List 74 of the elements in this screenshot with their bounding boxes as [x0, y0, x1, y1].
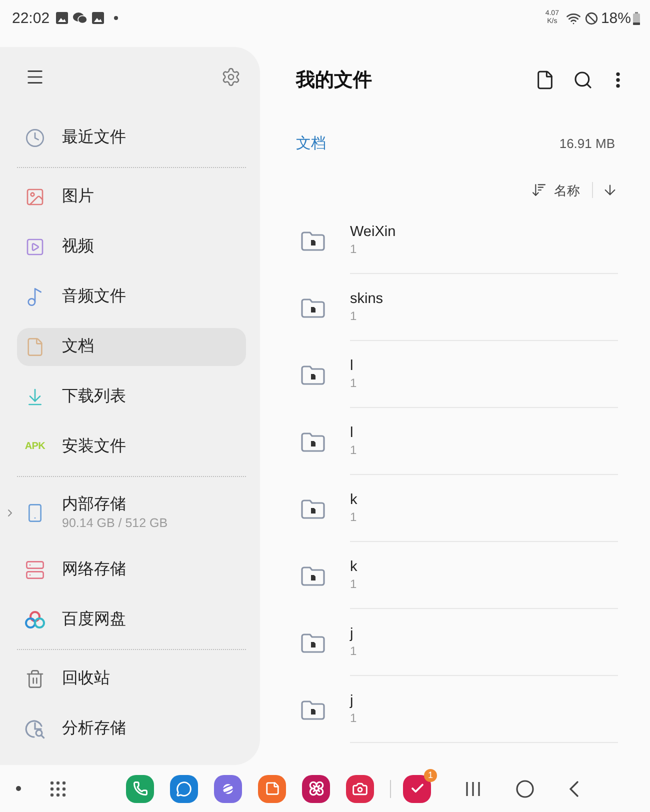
- arrow-down-icon[interactable]: [602, 182, 618, 198]
- chat-bubbles-icon: [72, 12, 87, 24]
- item-count: 1: [350, 710, 357, 726]
- do-not-disturb-icon: [584, 12, 598, 24]
- sidebar-item[interactable]: 下载列表: [17, 378, 246, 416]
- sidebar-item[interactable]: 最近文件: [17, 119, 246, 157]
- chat-app-icon[interactable]: [170, 774, 198, 802]
- server-icon: [25, 560, 45, 580]
- app-grid-icon[interactable]: [50, 780, 66, 796]
- three-circles-icon: [25, 611, 45, 629]
- sort-button[interactable]: 名称: [531, 182, 580, 198]
- recent-apps-icon[interactable]: [465, 780, 481, 796]
- item-count: 1: [350, 509, 357, 525]
- item-count: 1: [350, 375, 357, 391]
- folder-item[interactable]: skins 1: [296, 274, 618, 341]
- sort-icon: [531, 182, 547, 198]
- wifi-icon: [566, 10, 581, 26]
- trash-icon: [25, 669, 45, 689]
- sidebar-item[interactable]: APK 安装文件: [17, 428, 246, 466]
- folder-icon: [301, 230, 325, 250]
- apk-label: APK: [24, 442, 46, 452]
- folder-item[interactable]: k 1: [296, 475, 618, 542]
- image-icon: [56, 12, 68, 24]
- back-icon[interactable]: [569, 780, 579, 796]
- image-icon: [25, 187, 45, 207]
- folder-size: 16.91 MB: [559, 136, 615, 150]
- folder-item[interactable]: j 1: [296, 676, 618, 743]
- phone-app-icon[interactable]: [126, 774, 154, 802]
- sidebar-item[interactable]: 回收站: [17, 660, 246, 698]
- folder-item[interactable]: l 1: [296, 341, 618, 408]
- folder-icon: [301, 432, 325, 452]
- folder-icon: [301, 566, 325, 586]
- camera-app-icon[interactable]: [346, 774, 374, 802]
- sidebar-item[interactable]: 内部存储 90.14 GB / 512 GB: [17, 487, 246, 539]
- sidebar-item[interactable]: 图片: [17, 178, 246, 216]
- settings-icon[interactable]: [221, 67, 241, 87]
- sidebar-item[interactable]: 文档: [17, 328, 246, 366]
- folder-item[interactable]: k 1: [296, 542, 618, 609]
- item-count: 1: [350, 643, 357, 659]
- item-count: 1: [350, 308, 357, 324]
- play-icon: [25, 237, 45, 257]
- breadcrumb-link[interactable]: 文档: [296, 136, 326, 150]
- clock-time: 22:02: [12, 10, 50, 26]
- storage-usage: 90.14 GB / 512 GB: [62, 515, 168, 531]
- folder-icon: [301, 298, 325, 318]
- folder-item[interactable]: WeiXin 1: [296, 207, 618, 274]
- notes-app-icon[interactable]: [258, 774, 286, 802]
- sidebar-item[interactable]: 分析存储: [17, 710, 246, 748]
- planet-app-icon[interactable]: [214, 774, 242, 802]
- folder-icon: [301, 364, 325, 384]
- page-title: 我的文件: [296, 70, 372, 90]
- battery-percent: 18%: [600, 10, 631, 26]
- sidebar-item[interactable]: 音频文件: [17, 278, 246, 316]
- document-icon: [25, 337, 45, 357]
- clock-icon: [25, 128, 45, 148]
- folder-icon: [301, 498, 325, 518]
- image-icon: [92, 12, 104, 24]
- sidebar-item[interactable]: 视频: [17, 228, 246, 266]
- battery-icon: [633, 12, 640, 24]
- folder-icon: [301, 632, 325, 652]
- folder-item[interactable]: j 1: [296, 609, 618, 676]
- sidebar-item[interactable]: 百度网盘: [17, 601, 246, 639]
- folder-icon: [301, 700, 325, 720]
- chart-search-icon: [25, 719, 45, 739]
- item-count: 1: [350, 442, 357, 458]
- home-icon[interactable]: [516, 780, 534, 798]
- document-icon[interactable]: [535, 70, 555, 90]
- folder-item[interactable]: l 1: [296, 408, 618, 475]
- flower-app-icon[interactable]: [302, 774, 330, 802]
- item-count: 1: [350, 241, 357, 257]
- search-icon[interactable]: [573, 70, 593, 90]
- sidebar-item[interactable]: 网络存储: [17, 551, 246, 589]
- item-count: 1: [350, 576, 357, 592]
- notification-badge: 1: [424, 768, 437, 782]
